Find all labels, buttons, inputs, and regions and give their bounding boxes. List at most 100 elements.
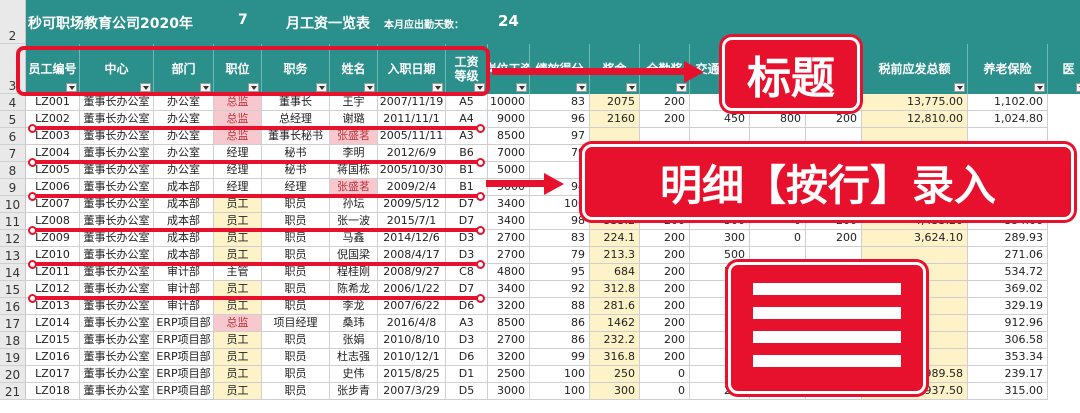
table-cell[interactable]: 员工 (214, 298, 262, 315)
table-cell[interactable]: D6 (446, 349, 488, 366)
table-cell[interactable]: 2075 (590, 94, 640, 111)
table-cell[interactable]: 董事长办公室 (80, 128, 154, 145)
table-cell[interactable]: 2009/5/12 (378, 196, 446, 213)
table-cell[interactable]: 成本部 (154, 196, 214, 213)
table-cell[interactable]: 员工 (214, 383, 262, 400)
table-cell[interactable]: 职员 (262, 298, 330, 315)
table-cell[interactable]: 项目经理 (262, 315, 330, 332)
table-cell[interactable]: 912.96 (968, 315, 1048, 332)
table-cell[interactable] (968, 128, 1048, 145)
row-number[interactable]: 15 (0, 281, 26, 298)
row-number[interactable]: 6 (0, 128, 26, 145)
row-number[interactable]: 10 (0, 196, 26, 213)
row-number[interactable]: 7 (0, 145, 26, 162)
table-cell[interactable]: 3200 (488, 298, 530, 315)
table-cell[interactable]: 10000 (488, 94, 530, 111)
table-cell[interactable]: 2700 (488, 247, 530, 264)
table-cell[interactable]: 224.1 (590, 230, 640, 247)
attendance-days-value[interactable]: 24 (498, 12, 519, 30)
table-cell[interactable]: 200 (640, 264, 690, 281)
row-number[interactable]: 2 (0, 0, 26, 44)
table-cell[interactable]: 239.17 (968, 366, 1048, 383)
table-cell[interactable]: 200 (640, 230, 690, 247)
table-cell[interactable]: 董事长办公室 (80, 298, 154, 315)
table-cell[interactable]: 董事长办公室 (80, 332, 154, 349)
table-cell[interactable]: A3 (446, 315, 488, 332)
table-cell[interactable]: 2700 (488, 230, 530, 247)
table-cell[interactable]: 职员 (262, 349, 330, 366)
table-cell[interactable]: 4800 (488, 264, 530, 281)
table-cell[interactable]: 职员 (262, 383, 330, 400)
row-number[interactable]: 14 (0, 264, 26, 281)
row-number[interactable]: 12 (0, 230, 26, 247)
table-cell[interactable]: 职员 (262, 366, 330, 383)
table-cell[interactable]: ERP项目部 (154, 349, 214, 366)
table-cell[interactable]: LZ017 (26, 366, 80, 383)
row-number[interactable]: 17 (0, 315, 26, 332)
table-cell[interactable]: 3000 (488, 383, 530, 400)
table-cell[interactable]: 213.3 (590, 247, 640, 264)
table-cell[interactable]: 92 (530, 281, 590, 298)
table-cell[interactable]: 98 (530, 213, 590, 230)
table-cell[interactable]: 300 (590, 383, 640, 400)
table-cell[interactable]: 3,624.10 (862, 230, 968, 247)
filter-dropdown-icon[interactable] (1076, 83, 1080, 92)
table-cell[interactable]: 董事长办公室 (80, 366, 154, 383)
table-cell[interactable]: LZ016 (26, 349, 80, 366)
table-cell[interactable]: 职员 (262, 264, 330, 281)
table-cell[interactable]: 2008/9/27 (378, 264, 446, 281)
table-cell[interactable]: 2010/12/1 (378, 349, 446, 366)
table-cell[interactable]: 董事长办公室 (80, 94, 154, 111)
table-cell[interactable] (750, 128, 806, 145)
row-number[interactable]: 13 (0, 247, 26, 264)
table-cell[interactable]: 3400 (488, 281, 530, 298)
table-cell[interactable]: 1,024.80 (968, 111, 1048, 128)
table-cell[interactable]: 329.19 (968, 298, 1048, 315)
table-cell[interactable]: 总监 (214, 128, 262, 145)
table-cell[interactable]: 2015/8/25 (378, 366, 446, 383)
table-cell[interactable]: 3400 (488, 213, 530, 230)
table-cell[interactable]: 办公室 (154, 128, 214, 145)
table-cell[interactable]: 员工 (214, 349, 262, 366)
table-cell[interactable]: 200 (640, 94, 690, 111)
table-cell[interactable]: 3200 (488, 349, 530, 366)
table-cell[interactable]: LZ014 (26, 315, 80, 332)
table-cell[interactable]: 369.02 (968, 281, 1048, 298)
table-cell[interactable]: 232.2 (590, 332, 640, 349)
table-cell[interactable]: 353.34 (968, 349, 1048, 366)
table-cell[interactable]: 马鑫 (330, 230, 378, 247)
table-cell[interactable]: 0 (750, 230, 806, 247)
table-cell[interactable]: 董事长办公室 (80, 196, 154, 213)
row-number[interactable]: 20 (0, 366, 26, 383)
table-cell[interactable]: 董事长办公室 (80, 349, 154, 366)
table-cell[interactable]: 孙坛 (330, 196, 378, 213)
column-header[interactable]: 医 (1048, 44, 1080, 94)
table-cell[interactable]: 2500 (488, 366, 530, 383)
column-header[interactable]: 养老保险 (968, 44, 1048, 94)
table-cell[interactable]: 88 (530, 298, 590, 315)
table-cell[interactable]: A5 (446, 94, 488, 111)
table-cell[interactable]: 312.8 (590, 281, 640, 298)
table-cell[interactable]: 主管 (214, 264, 262, 281)
table-cell[interactable]: 2007/3/29 (378, 383, 446, 400)
filter-dropdown-icon[interactable] (626, 83, 637, 92)
table-cell[interactable]: 办公室 (154, 94, 214, 111)
table-cell[interactable]: 289.93 (968, 230, 1048, 247)
table-cell[interactable]: 200 (640, 349, 690, 366)
table-cell[interactable]: 450 (690, 111, 750, 128)
table-cell[interactable]: 684 (590, 264, 640, 281)
table-cell[interactable]: ERP项目部 (154, 366, 214, 383)
table-cell[interactable]: 2005/10/30 (378, 162, 446, 179)
row-number[interactable]: 21 (0, 383, 26, 400)
row-number[interactable]: 18 (0, 332, 26, 349)
table-cell[interactable]: 200 (806, 230, 862, 247)
table-cell[interactable]: 董事长秘书 (262, 128, 330, 145)
table-cell[interactable]: 100 (530, 196, 590, 213)
table-cell[interactable]: 3400 (488, 196, 530, 213)
filter-dropdown-icon[interactable] (516, 83, 527, 92)
table-cell[interactable]: 200 (640, 332, 690, 349)
table-cell[interactable] (590, 128, 640, 145)
table-cell[interactable]: 100 (530, 383, 590, 400)
table-cell[interactable] (806, 128, 862, 145)
filter-dropdown-icon[interactable] (576, 83, 587, 92)
